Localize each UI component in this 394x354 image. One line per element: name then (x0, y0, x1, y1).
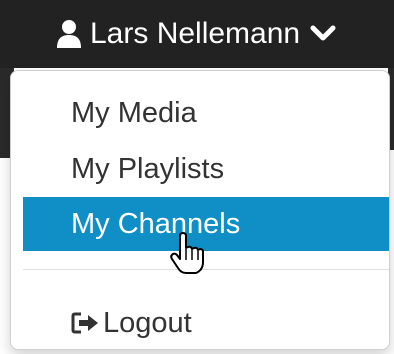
menu-divider (23, 269, 389, 270)
user-dropdown-menu: My Media My Playlists My Channels Logout (10, 70, 390, 350)
menu-item-label: My Playlists (71, 152, 225, 185)
menu-item-logout[interactable]: Logout (23, 297, 389, 349)
user-menu-toggle[interactable]: Lars Nellemann (56, 14, 336, 54)
logout-label: Logout (103, 306, 192, 339)
menu-item-label: My Channels (71, 207, 241, 240)
menu-item-my-channels[interactable]: My Channels (23, 197, 389, 251)
sign-out-icon (71, 311, 101, 335)
chevron-down-icon (310, 24, 336, 44)
menu-item-my-playlists[interactable]: My Playlists (23, 143, 389, 195)
menu-item-label: My Media (71, 96, 197, 129)
user-icon (56, 19, 82, 49)
menu-item-my-media[interactable]: My Media (23, 87, 389, 139)
user-name: Lars Nellemann (90, 17, 301, 50)
